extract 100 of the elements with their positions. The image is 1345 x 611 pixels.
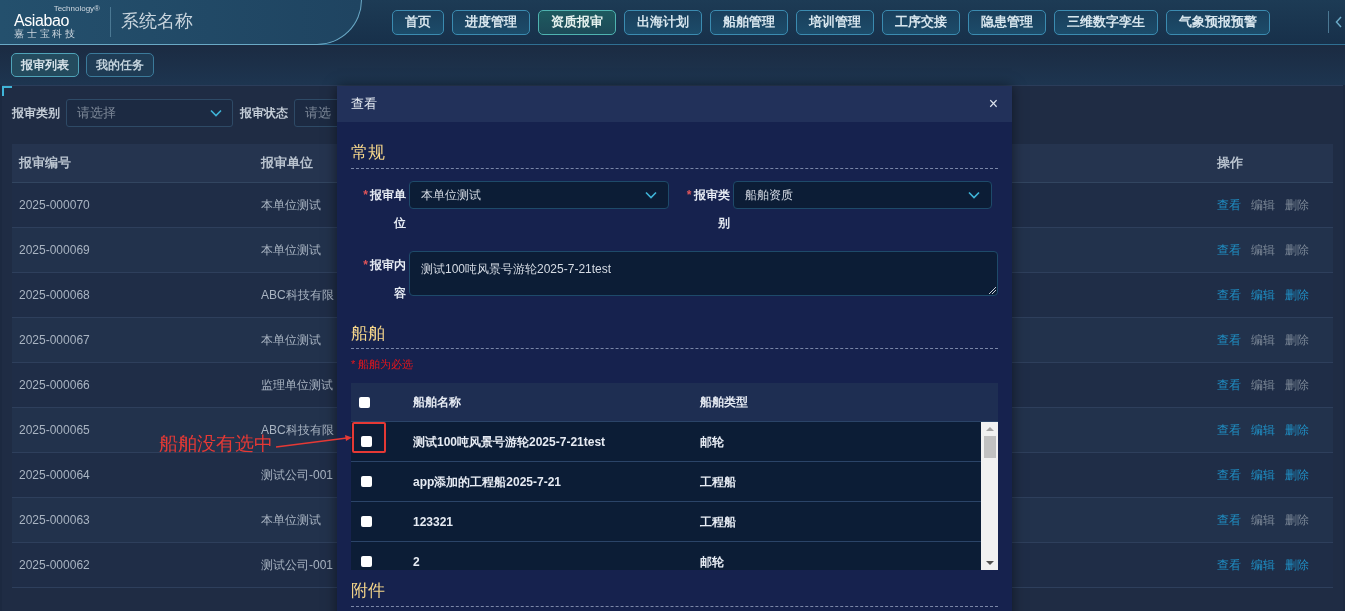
section-title: 船舶 — [351, 323, 385, 343]
action-link[interactable]: 编辑 — [1251, 556, 1275, 574]
field-label: * 报审类别 — [685, 186, 731, 232]
checkbox[interactable] — [361, 516, 372, 527]
action-link[interactable]: 删除 — [1285, 241, 1309, 259]
action-link[interactable]: 删除 — [1285, 331, 1309, 349]
action-link[interactable]: 删除 — [1285, 376, 1309, 394]
table-cell-text: 工程船 — [700, 473, 736, 491]
sub-tab[interactable]: 我的任务 — [86, 53, 154, 77]
table-cell-text: 邮轮 — [700, 553, 724, 570]
table-cell-text: 本单位测试 — [261, 197, 321, 214]
action-link[interactable]: 查看 — [1217, 511, 1241, 529]
resize-handle-icon[interactable] — [989, 286, 996, 294]
select-field[interactable]: 本单位测试 — [409, 180, 669, 209]
nav-tab[interactable]: 工序交接 — [882, 9, 960, 35]
action-link[interactable]: 查看 — [1217, 376, 1241, 394]
field-label: * 报审单位 — [362, 186, 407, 232]
action-link[interactable]: 删除 — [1285, 421, 1309, 439]
action-link[interactable]: 删除 — [1285, 466, 1309, 484]
table-cell-text: 2025-000062 — [19, 557, 90, 574]
nav-tab[interactable]: 培训管理 — [796, 9, 874, 35]
chevron-left-icon[interactable] — [1335, 16, 1343, 28]
nav-tab[interactable]: 首页 — [392, 9, 444, 35]
action-link[interactable]: 删除 — [1285, 556, 1309, 574]
select-field[interactable]: 船舶资质 — [732, 180, 992, 209]
select-field[interactable]: 请选择 — [66, 99, 233, 127]
action-link[interactable]: 查看 — [1217, 556, 1241, 574]
chevron-down-icon — [644, 190, 657, 199]
action-link[interactable]: 编辑 — [1251, 196, 1275, 214]
chevron-down-icon — [968, 190, 980, 199]
nav-tab[interactable]: 出海计划 — [624, 9, 702, 35]
scrollbar-thumb[interactable] — [983, 436, 996, 458]
table-cell-text: 本单位测试 — [261, 512, 321, 529]
nav-tab[interactable]: 三维数字孪生 — [1054, 9, 1158, 35]
action-link[interactable]: 查看 — [1217, 286, 1241, 304]
table-cell-text: 2025-000070 — [19, 197, 90, 214]
corner-bracket-icon — [2, 86, 12, 96]
action-link[interactable]: 编辑 — [1251, 466, 1275, 484]
highlight-frame — [352, 422, 386, 453]
column-header: 报审单位 — [259, 154, 314, 173]
action-link[interactable]: 查看 — [1217, 421, 1241, 439]
action-link[interactable]: 查看 — [1217, 331, 1241, 349]
nav-tab[interactable]: 气象预报预警 — [1166, 9, 1270, 35]
table-cell-text: 2025-000064 — [19, 467, 90, 484]
action-link[interactable]: 编辑 — [1251, 286, 1275, 304]
table-cell-text: 2025-000063 — [19, 512, 90, 529]
action-link[interactable]: 编辑 — [1251, 511, 1275, 529]
table-cell-text: 邮轮 — [700, 433, 724, 451]
action-link[interactable]: 编辑 — [1251, 331, 1275, 349]
table-cell-text: 测试公司-001 — [261, 467, 334, 484]
nav-tab[interactable]: 隐患管理 — [968, 9, 1046, 35]
table-cell-text: 2025-000067 — [19, 332, 90, 349]
table-cell-text: 工程船 — [700, 513, 736, 531]
scrollbar[interactable] — [981, 422, 998, 570]
table-cell-text: 本单位测试 — [261, 242, 321, 259]
sub-tab[interactable]: 报审列表 — [11, 53, 79, 77]
filter-label: 报审状态 — [240, 105, 288, 122]
action-link[interactable]: 删除 — [1285, 511, 1309, 529]
table-cell-text: 2 — [413, 553, 421, 570]
filter-label: 报审类别 — [12, 105, 60, 122]
table-cell-text: 测试公司-001 — [261, 557, 334, 574]
close-button[interactable]: × — [988, 96, 998, 112]
dialog-title: 查看 — [351, 95, 377, 114]
table-cell-text: 2025-000065 — [19, 422, 90, 439]
logo[interactable]: Technology® Asiabao 嘉 士 宝 科 技 — [14, 4, 100, 39]
table-cell-text: ABC科技有限 — [261, 287, 334, 304]
action-link[interactable]: 编辑 — [1251, 376, 1275, 394]
table-cell-text: 2025-000069 — [19, 242, 90, 259]
checkbox[interactable] — [361, 556, 372, 567]
action-link[interactable]: 查看 — [1217, 466, 1241, 484]
section-title: 常规 — [351, 143, 385, 162]
chevron-down-icon — [210, 109, 222, 117]
action-link[interactable]: 删除 — [1285, 286, 1309, 304]
text-area[interactable]: 测试100吨风景号游轮2025-7-21test — [409, 250, 998, 296]
table-cell-text: 监理单位测试 — [261, 377, 333, 394]
checkbox[interactable] — [359, 396, 370, 408]
action-link[interactable]: 查看 — [1217, 241, 1241, 259]
column-header: 操作 — [1216, 154, 1243, 173]
required-mark: * — [363, 257, 368, 272]
action-link[interactable]: 查看 — [1217, 196, 1241, 214]
action-link[interactable]: 编辑 — [1251, 421, 1275, 439]
checkbox[interactable] — [361, 476, 372, 487]
system-name: 系统名称 — [121, 10, 193, 33]
required-mark: * — [363, 187, 368, 202]
table-cell-text: 123321 — [413, 513, 455, 531]
nav-tab[interactable]: 资质报审 — [538, 9, 616, 35]
nav-tab[interactable]: 船舶管理 — [710, 9, 788, 35]
annotation-text: 船舶没有选中 — [159, 433, 273, 456]
nav-tab[interactable]: 进度管理 — [452, 9, 530, 35]
scroll-down-icon[interactable] — [985, 560, 994, 566]
required-hint: * 船舶为必选 — [351, 357, 415, 371]
table-cell-text: 本单位测试 — [261, 332, 321, 349]
action-link[interactable]: 编辑 — [1251, 241, 1275, 259]
checkbox[interactable] — [361, 436, 372, 447]
table-cell-text: 测试100吨风景号游轮2025-7-21test — [413, 433, 607, 451]
action-link[interactable]: 删除 — [1285, 196, 1309, 214]
required-mark: * — [686, 187, 692, 202]
section-title: 附件 — [351, 581, 385, 600]
table-cell-text: 2025-000068 — [19, 287, 90, 304]
table-cell-text: 2025-000066 — [19, 377, 90, 394]
